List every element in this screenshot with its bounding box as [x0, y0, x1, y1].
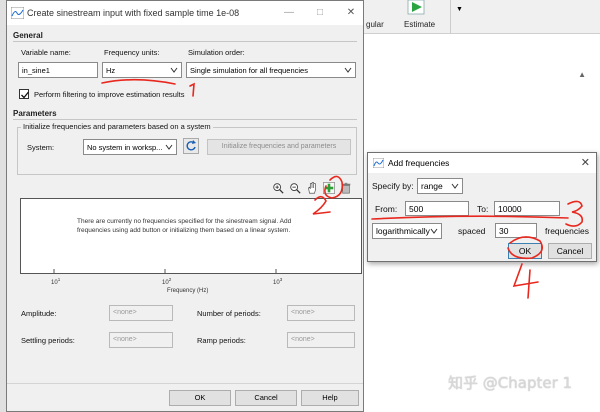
- general-group-separator: [13, 41, 357, 42]
- pan-hand-icon[interactable]: [305, 181, 319, 195]
- spacing-select[interactable]: logarithmically: [372, 223, 442, 239]
- simulation-order-select[interactable]: Single simulation for all frequencies: [186, 62, 356, 78]
- checkmark-icon: [21, 91, 30, 99]
- maximize-button[interactable]: □: [310, 5, 330, 21]
- add-frequencies-titlebar: Add frequencies ✕: [368, 153, 596, 173]
- x-tick-1-base: 10: [51, 280, 58, 286]
- refresh-icon[interactable]: [183, 138, 199, 154]
- amplitude-label: Amplitude:: [21, 309, 57, 318]
- frequency-units-value: Hz: [106, 66, 116, 75]
- dialog-title: Create sinestream input with fixed sampl…: [27, 8, 240, 18]
- x-tick-2-exponent: 2: [168, 277, 172, 282]
- amplitude-input[interactable]: <none>: [109, 305, 173, 321]
- system-select[interactable]: No system in worksp...: [83, 139, 177, 155]
- help-button[interactable]: Help: [301, 390, 359, 406]
- minimize-button[interactable]: —: [279, 5, 299, 21]
- to-label: To:: [477, 204, 489, 214]
- close-button[interactable]: ✕: [341, 5, 361, 21]
- cancel-button[interactable]: Cancel: [235, 390, 297, 406]
- settling-periods-input[interactable]: <none>: [109, 332, 173, 348]
- spaced-label: spaced: [458, 226, 486, 236]
- settling-periods-label: Settling periods:: [21, 336, 75, 345]
- zoom-out-icon[interactable]: [288, 181, 302, 195]
- x-tick-3-base: 10: [273, 280, 280, 286]
- num-periods-label: Number of periods:: [197, 309, 261, 318]
- from-label: From:: [375, 204, 398, 214]
- specify-by-select[interactable]: range: [417, 178, 463, 194]
- simulation-order-label: Simulation order:: [188, 48, 245, 57]
- plot-x-label: Frequency (Hz): [167, 288, 209, 294]
- system-value: No system in worksp...: [87, 143, 163, 152]
- create-sinestream-dialog: Create sinestream input with fixed sampl…: [6, 0, 364, 412]
- specify-by-label: Specify by:: [372, 181, 414, 191]
- specify-by-value: range: [421, 181, 443, 191]
- initialize-frequencies-button[interactable]: Initialize frequencies and parameters: [207, 139, 351, 155]
- filtering-checkbox[interactable]: [19, 89, 30, 99]
- frequency-units-select[interactable]: Hz: [102, 62, 182, 78]
- frequencies-label: frequencies: [545, 226, 589, 236]
- ribbon-button-partial[interactable]: gular: [366, 20, 384, 29]
- add-frequencies-ok-button[interactable]: OK: [508, 243, 542, 259]
- add-frequencies-title: Add frequencies: [388, 158, 450, 168]
- variable-name-input[interactable]: in_sine1: [18, 62, 98, 78]
- chevron-down-icon: [165, 144, 173, 150]
- chevron-down-icon: [451, 183, 459, 189]
- from-input[interactable]: 500: [405, 201, 469, 216]
- ramp-periods-input[interactable]: <none>: [287, 332, 355, 348]
- matlab-app-icon: [11, 7, 24, 19]
- collapse-toolstrip-icon[interactable]: ▲: [578, 70, 586, 79]
- x-tick-3-exponent: 3: [279, 277, 283, 282]
- x-tick-2-base: 10: [162, 280, 169, 286]
- close-icon[interactable]: ✕: [581, 156, 590, 169]
- parameters-group-separator: [13, 119, 357, 120]
- add-frequency-icon[interactable]: [322, 181, 336, 195]
- frequency-units-label: Frequency units:: [104, 48, 160, 57]
- dialog-button-bar: OK Cancel Help: [7, 383, 363, 411]
- watermark: 知乎 @Chapter 1: [448, 374, 573, 392]
- matlab-app-icon: [373, 158, 384, 168]
- ribbon-dropdown-icon[interactable]: ▼: [456, 6, 463, 13]
- x-tick-1-exponent: 1: [57, 277, 61, 282]
- estimate-button[interactable]: Estimate: [404, 20, 435, 29]
- frequency-count-input[interactable]: 30: [495, 223, 537, 238]
- zoom-in-icon[interactable]: [271, 181, 285, 195]
- estimate-icon[interactable]: [406, 0, 426, 16]
- ramp-periods-label: Ramp periods:: [197, 336, 246, 345]
- x-tick-3: 103: [273, 277, 282, 286]
- filtering-label: Perform filtering to improve estimation …: [34, 90, 185, 99]
- chevron-down-icon: [430, 228, 438, 234]
- parameters-group-label: Parameters: [13, 109, 57, 118]
- simulation-order-value: Single simulation for all frequencies: [190, 66, 308, 75]
- num-periods-input[interactable]: <none>: [287, 305, 355, 321]
- frequency-plot: There are currently no frequencies speci…: [20, 198, 362, 274]
- toolstrip: gular Estimate ▼: [360, 0, 600, 34]
- variable-name-label: Variable name:: [21, 48, 71, 57]
- ok-button[interactable]: OK: [169, 390, 231, 406]
- spacing-value: logarithmically: [376, 226, 430, 236]
- dialog-titlebar: Create sinestream input with fixed sampl…: [7, 1, 363, 25]
- system-label: System:: [27, 143, 55, 152]
- initialize-group-label: Initialize frequencies and parameters ba…: [21, 122, 213, 131]
- chevron-down-icon: [170, 67, 178, 73]
- add-frequencies-dialog: Add frequencies ✕ Specify by: range From…: [367, 152, 597, 262]
- plot-ticks: [53, 269, 277, 273]
- to-input[interactable]: 10000: [494, 201, 560, 216]
- x-tick-2: 102: [162, 277, 171, 286]
- general-group-label: General: [13, 31, 43, 40]
- delete-trash-icon[interactable]: [339, 181, 353, 195]
- add-frequencies-cancel-button[interactable]: Cancel: [548, 243, 592, 259]
- x-tick-1: 101: [51, 277, 60, 286]
- chevron-down-icon: [344, 67, 352, 73]
